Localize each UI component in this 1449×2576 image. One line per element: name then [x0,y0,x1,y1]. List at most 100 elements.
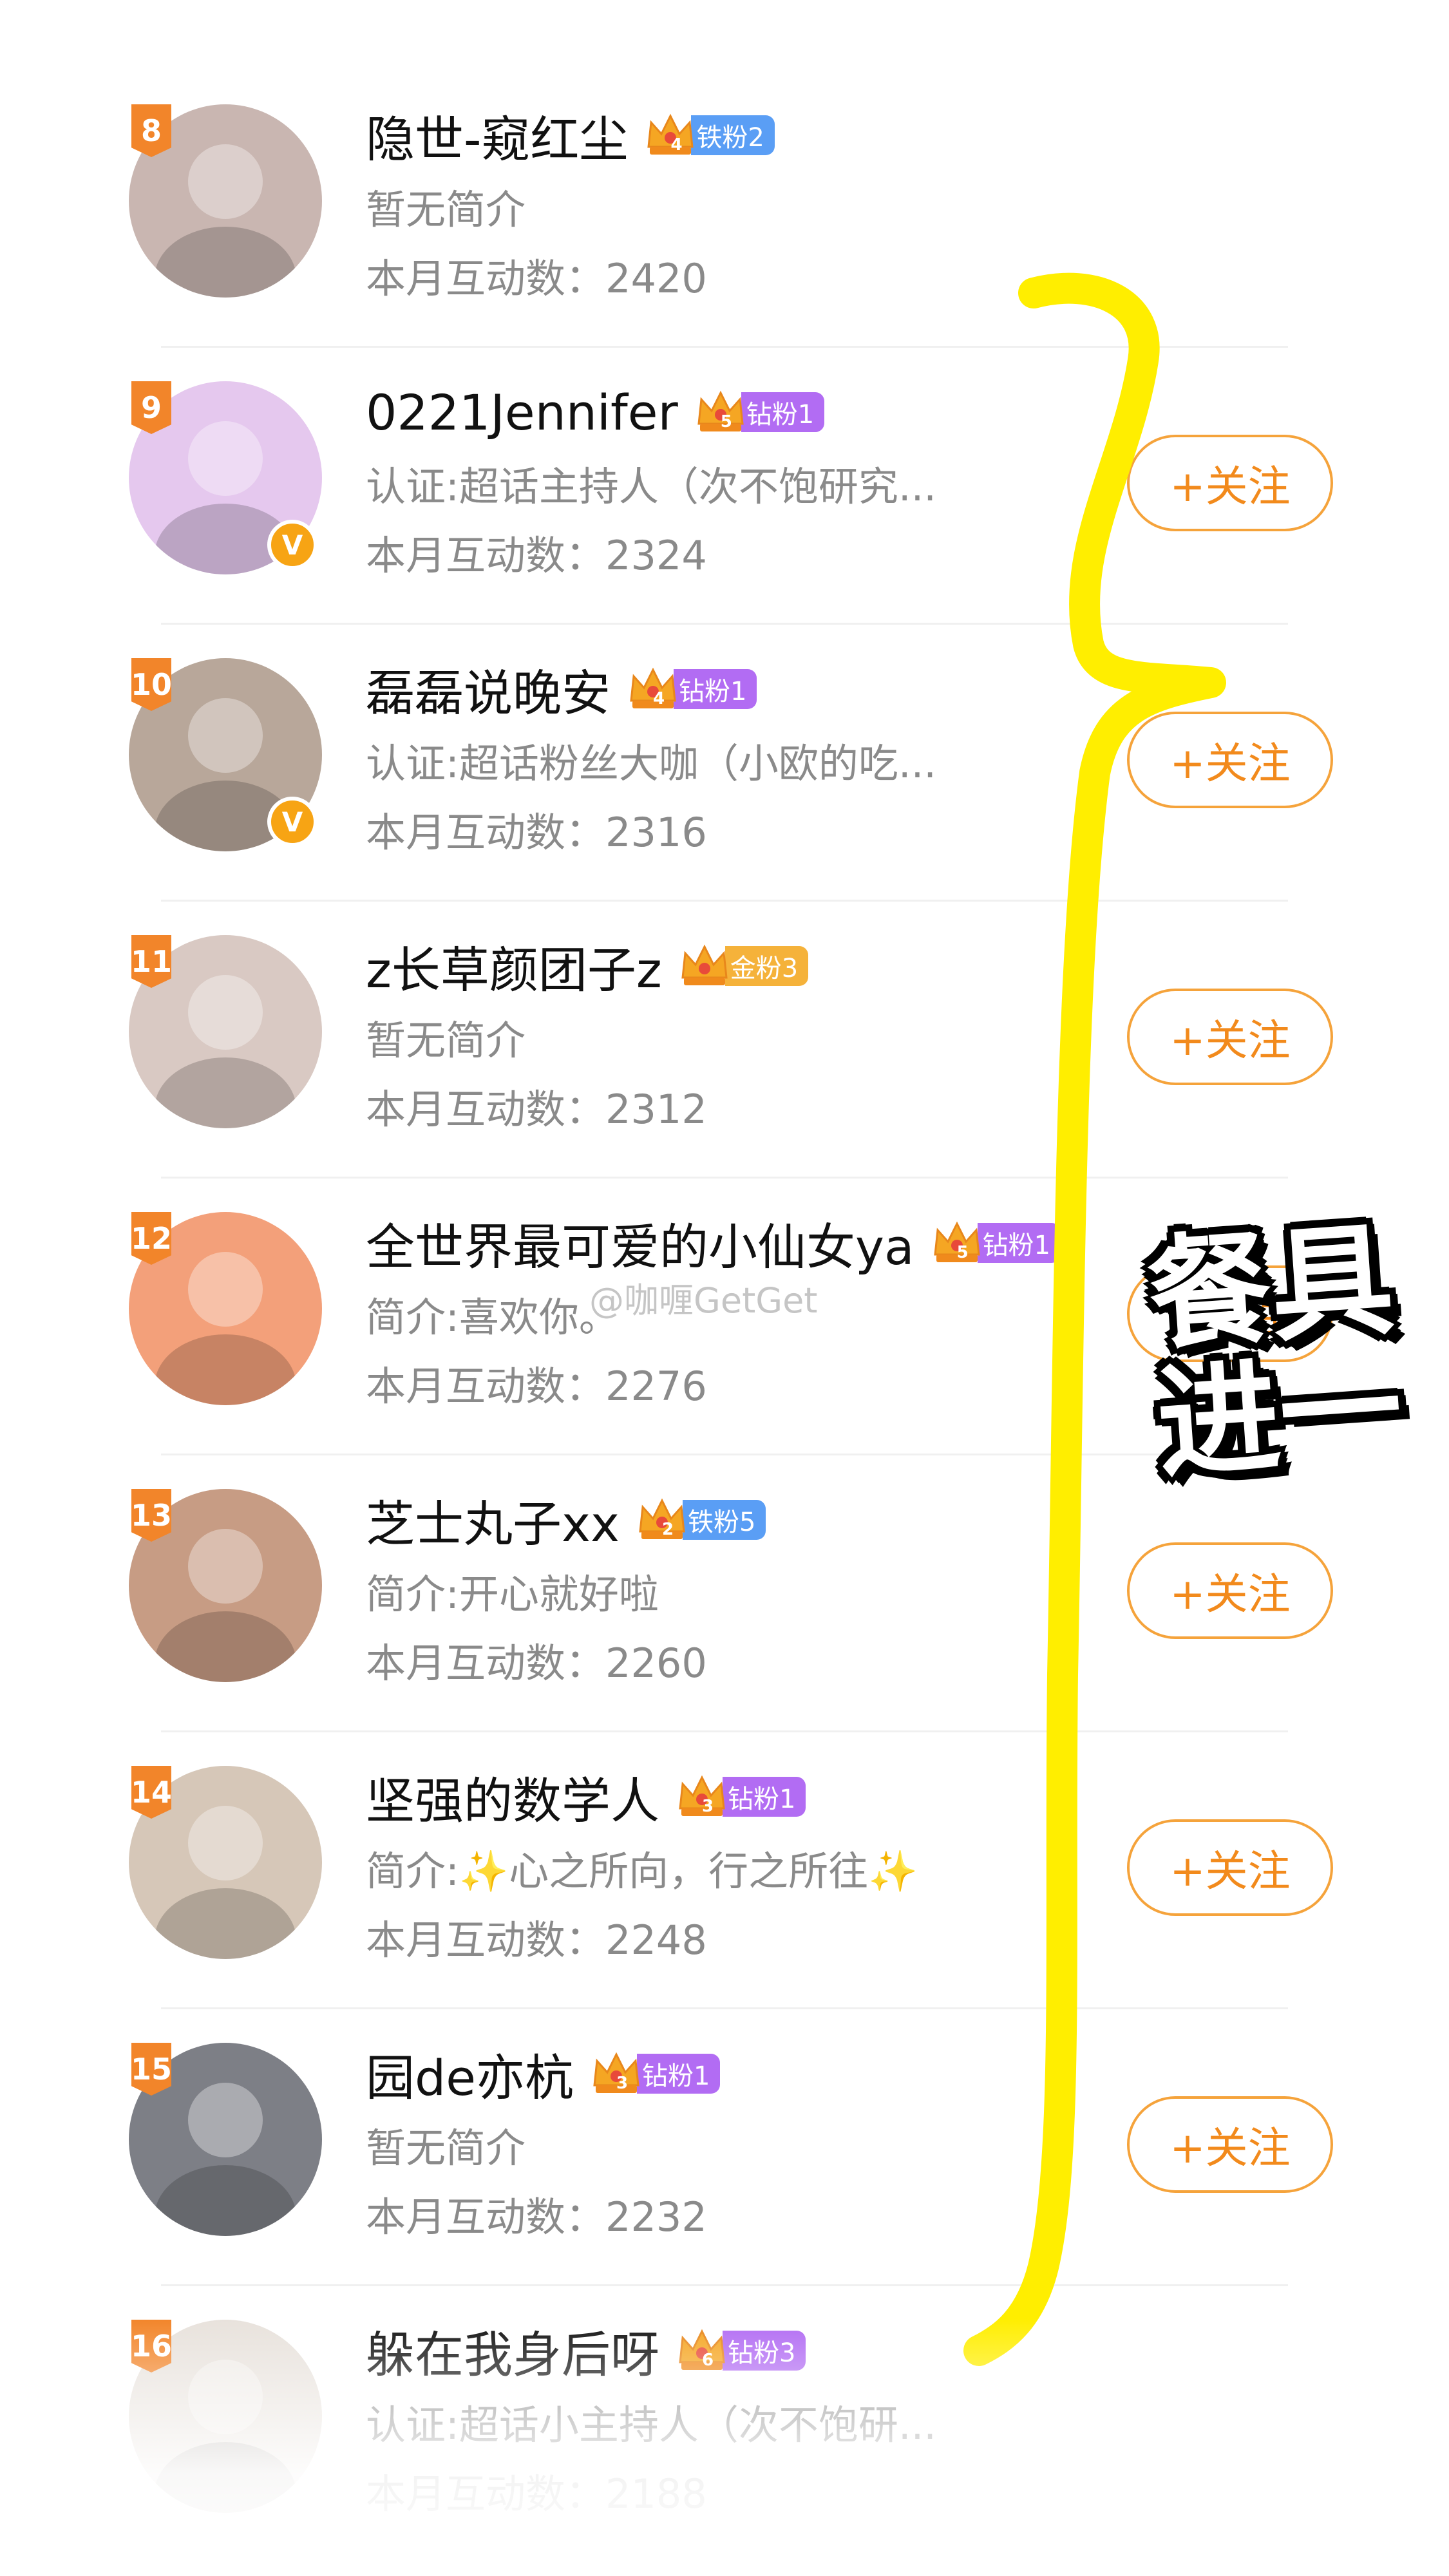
avatar-container[interactable]: 13 [129,1489,322,1682]
interaction-count-value: 2312 [605,1086,707,1133]
fan-level-badge: 钻粉1 [637,2054,721,2094]
rank-badge: 10 [131,658,171,711]
avatar-container[interactable]: 10 V [129,658,322,851]
rank-number: 12 [131,1221,173,1256]
list-item-8[interactable]: 8 隐世-窥红尘 4 铁粉2 暂无简介 本月互动数：2420 [0,71,1449,348]
user-bio: 暂无简介 [366,2125,526,2172]
list-item-10[interactable]: 10 V 磊磊说晚安 4 钻粉1 认证:超话粉丝大咖（小欧的吃... 本月互动数… [0,625,1449,902]
user-bio: 暂无简介 [366,186,526,233]
fan-badge[interactable]: 3 钻粉1 [574,2048,721,2099]
avatar-container[interactable]: 15 [129,2043,322,2236]
name-line: z长草颜团子z 金粉3 [366,931,809,1001]
crown-icon: 2 [636,1494,688,1546]
user-bio: 简介:开心就好啦 [366,1571,659,1618]
interaction-count-value: 2316 [605,809,707,856]
name-line: 坚强的数学人 3 钻粉1 [366,1761,806,1832]
fan-badge[interactable]: 4 铁粉2 [628,109,775,161]
fan-badge[interactable]: 5 钻粉1 [914,1217,1061,1269]
fan-level-badge: 钻粉1 [977,1223,1061,1263]
rank-badge: 15 [131,2043,171,2096]
rank-number: 13 [131,1498,173,1533]
interaction-count-label: 本月互动数： [366,1086,606,1133]
avatar-container[interactable]: 9 V [129,381,322,574]
watermark: @咖喱GetGet [589,1280,818,1321]
verified-icon: V [267,520,317,570]
rank-number: 8 [140,113,162,148]
interaction-count: 本月互动数：2248 [366,1908,707,1965]
interaction-count: 本月互动数：2324 [366,523,707,581]
interaction-count-value: 2420 [605,255,707,302]
avatar-container[interactable]: 12 [129,1212,322,1405]
interaction-count: 本月互动数：2312 [366,1077,707,1135]
crown-icon: 4 [645,109,696,161]
user-name[interactable]: z长草颜团子z [366,931,662,1001]
list-item-15[interactable]: 15 园de亦杭 3 钻粉1 暂无简介 本月互动数：2232 +关注 [0,2009,1449,2286]
rank-number: 14 [131,1775,173,1810]
interaction-count-label: 本月互动数： [366,1363,606,1410]
interaction-count: 本月互动数：2260 [366,1631,707,1689]
crown-level: 3 [616,2074,629,2093]
interaction-count-value: 2260 [605,1640,707,1687]
rank-number: 10 [131,667,173,702]
user-name[interactable]: 磊磊说晚安 [366,654,611,724]
user-bio: 简介:喜欢你。 [366,1294,619,1341]
crown-level: 5 [720,412,732,431]
interaction-count: 本月互动数：2232 [366,2184,707,2242]
list-item-14[interactable]: 14 坚强的数学人 3 钻粉1 简介:✨心之所向，行之所往✨ 本月互动数：224… [0,1732,1449,2009]
interaction-count-label: 本月互动数： [366,1640,606,1687]
fan-badge[interactable]: 2 铁粉5 [620,1494,766,1546]
follow-button[interactable]: +关注 [1127,712,1333,808]
name-line: 0221Jennifer 5 钻粉1 [366,377,825,448]
avatar-container[interactable]: 11 [129,935,322,1128]
follow-button[interactable]: +关注 [1127,1819,1333,1916]
crown-icon: 3 [591,2048,642,2099]
rank-badge: 9 [131,381,171,434]
avatar-container[interactable]: 14 [129,1766,322,1959]
fan-level-badge: 金粉3 [724,946,809,986]
interaction-count-value: 2232 [605,2193,707,2240]
handwritten-annotation: 餐具 进一 [1144,1208,1407,1496]
interaction-count: 本月互动数：2316 [366,800,707,858]
interaction-count-label: 本月互动数： [366,1917,606,1964]
interaction-count-label: 本月互动数： [366,255,606,302]
fan-level-badge: 钻粉1 [723,1777,806,1817]
crown-icon [679,940,730,992]
crown-icon: 4 [627,663,679,715]
crown-level: 2 [661,1520,674,1539]
list-item-13[interactable]: 13 芝士丸子xx 2 铁粉5 简介:开心就好啦 本月互动数：2260 +关注 [0,1455,1449,1732]
interaction-count-value: 2248 [605,1917,707,1964]
user-name[interactable]: 0221Jennifer [366,384,678,441]
user-bio: 认证:超话粉丝大咖（小欧的吃... [366,740,937,787]
interaction-count-label: 本月互动数： [366,809,606,856]
fan-badge[interactable]: 4 钻粉1 [611,663,757,715]
follow-button[interactable]: +关注 [1127,435,1333,531]
fan-badge[interactable]: 3 钻粉1 [659,1771,806,1823]
avatar-container[interactable]: 8 [129,104,322,298]
user-bio: 暂无简介 [366,1017,526,1064]
follow-button[interactable]: +关注 [1127,2096,1333,2193]
crown-icon: 5 [695,386,746,438]
name-line: 芝士丸子xx 2 铁粉5 [366,1484,766,1555]
crown-level: 5 [956,1243,969,1262]
list-item-11[interactable]: 11 z长草颜团子z 金粉3 暂无简介 本月互动数：2312 +关注 [0,902,1449,1179]
user-name[interactable]: 芝士丸子xx [366,1484,620,1555]
rank-number: 9 [140,390,162,425]
user-name[interactable]: 全世界最可爱的小仙女ya [366,1208,914,1278]
user-bio: 认证:超话主持人（次不饱研究... [366,463,937,510]
user-name[interactable]: 坚强的数学人 [366,1761,659,1832]
rank-number: 15 [131,2052,173,2087]
follow-button[interactable]: +关注 [1127,989,1333,1085]
list-item-9[interactable]: 9 V 0221Jennifer 5 钻粉1 认证:超话主持人（次不饱研究...… [0,348,1449,625]
follow-button[interactable]: +关注 [1127,1542,1333,1639]
annotation-line-2: 进一 [1152,1336,1407,1496]
fan-badge[interactable]: 5 钻粉1 [678,386,825,438]
user-name[interactable]: 园de亦杭 [366,2038,574,2109]
fan-badge[interactable]: 金粉3 [662,940,809,992]
fan-level-badge: 钻粉1 [741,392,825,432]
user-name[interactable]: 隐世-窥红尘 [366,100,628,171]
verified-icon: V [267,797,317,847]
interaction-count: 本月互动数：2420 [366,246,707,304]
crown-level: 4 [670,135,683,155]
fan-level-badge: 铁粉5 [682,1500,766,1540]
crown-icon: 3 [676,1771,728,1823]
